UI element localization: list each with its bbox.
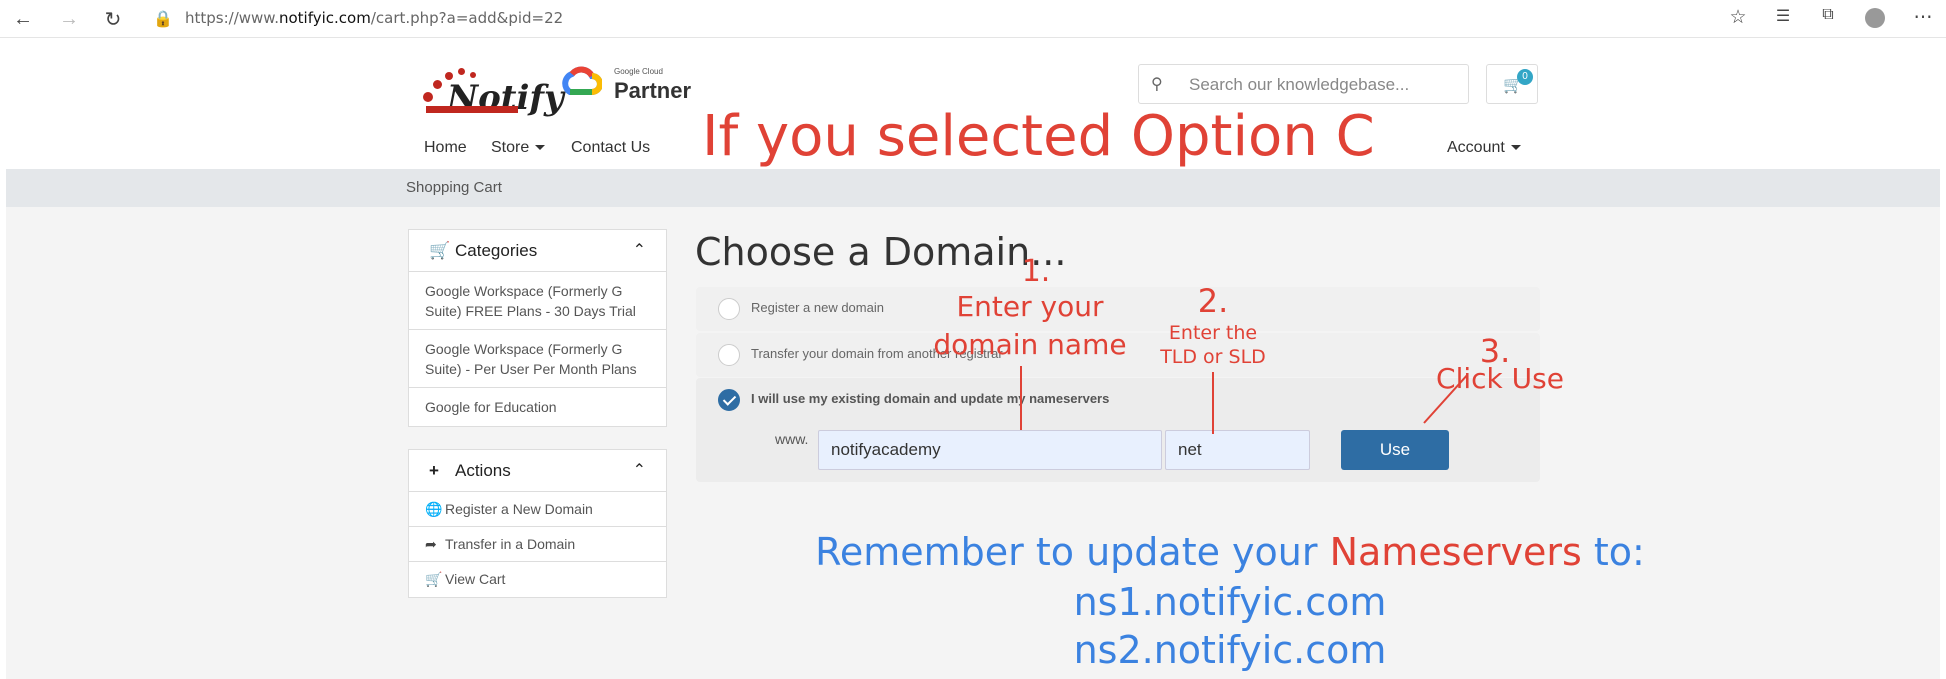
breadcrumb-bar: Shopping Cart [6,169,1940,207]
nameserver-2: ns2.notifyic.com [1073,628,1387,672]
favorites-icon[interactable]: ☰ [1770,6,1796,32]
step1-line1: Enter your [956,290,1104,323]
action-label: View Cart [445,571,506,587]
step1-line2: domain name [933,328,1127,361]
refresh-icon[interactable]: ↻ [100,6,126,32]
categories-panel: 🛒 Categories ⌃ Google Workspace (Formerl… [408,229,667,427]
reminder-suffix: to: [1581,530,1645,574]
breadcrumb: Shopping Cart [406,179,502,196]
search-icon: ⚲ [1151,76,1163,93]
categories-title: Categories [455,241,538,260]
chevron-up-icon[interactable]: ⌃ [633,460,646,480]
radio-existing-checked[interactable] [718,389,740,411]
option-label: I will use my existing domain and update… [751,391,1110,406]
nav-store-label: Store [491,139,530,156]
radio-register[interactable] [718,298,740,320]
more-menu-icon[interactable]: ⋯ [1910,6,1936,32]
forward-arrow-icon[interactable]: → [56,6,82,32]
lock-icon: 🔒 [153,11,173,28]
www-prefix: www. [775,431,809,447]
nameserver-1: ns1.notifyic.com [1073,580,1387,624]
tld-input[interactable]: net [1165,430,1310,470]
categories-header[interactable]: 🛒 Categories ⌃ [409,230,666,272]
chevron-up-icon[interactable]: ⌃ [633,240,646,260]
nav-contact[interactable]: Contact Us [571,139,650,157]
url-host: notifyic.com [278,9,371,27]
radio-transfer[interactable] [718,344,740,366]
partner-label: Partner [614,78,692,103]
actions-panel: + Actions ⌃ 🌐 Register a New Domain ➦ Tran… [408,449,667,598]
use-button[interactable]: Use [1341,430,1449,470]
back-arrow-icon[interactable]: ← [10,6,36,32]
actions-title: Actions [455,461,511,480]
search-placeholder: Search our knowledgebase... [1189,75,1410,94]
nav-home[interactable]: Home [424,139,467,157]
option-label: Register a new domain [751,300,884,315]
cart-count-badge: 0 [1517,69,1533,85]
step2-pointer-line [1212,372,1214,434]
nameserver-reminder: Remember to update your Nameservers to: [600,530,1860,574]
action-label: Transfer in a Domain [445,536,576,552]
url-prefix: https://www. [185,9,279,27]
step2-line2: TLD or SLD [1160,346,1266,368]
actions-header[interactable]: + Actions ⌃ [409,450,666,492]
nav-account[interactable]: Account [1447,139,1521,157]
list-item[interactable]: Google for Education [409,388,666,426]
browser-toolbar: ← → ↻ 🔒 https://www.notifyic.com/cart.ph… [0,0,1946,38]
action-label: Register a New Domain [445,501,593,517]
domain-input[interactable]: notifyacademy [818,430,1162,470]
nav-store[interactable]: Store [491,139,546,157]
chevron-down-icon [1510,145,1521,151]
chevron-down-icon [535,145,546,151]
list-item[interactable]: Google Workspace (Formerly G Suite) - Pe… [409,330,666,388]
plus-icon: + [429,461,439,480]
reminder-prefix: Remember to update your [815,530,1330,574]
annotation-headline: If you selected Option C [702,104,1375,169]
google-cloud-label: Google Cloud [614,67,663,76]
globe-icon: 🌐 [425,501,443,517]
google-cloud-icon [562,66,602,95]
sidebar-item-register-domain[interactable]: 🌐 Register a New Domain [409,492,666,527]
share-arrow-icon: ➦ [425,536,437,552]
cart-icon: 🛒 [425,571,443,587]
cart-button[interactable]: 🛒 0 [1486,64,1538,104]
profile-avatar-icon[interactable] [1862,6,1888,32]
cart-icon: 🛒 [429,241,451,260]
step2-number: 2. [1197,282,1229,320]
collections-icon[interactable]: ⧉ [1815,6,1841,32]
reminder-highlight: Nameservers [1329,530,1582,574]
address-bar[interactable]: https://www.notifyic.com/cart.php?a=add&… [185,9,563,27]
list-item[interactable]: Google Workspace (Formerly G Suite) FREE… [409,272,666,330]
step1-pointer-line [1020,366,1022,430]
nav-account-label: Account [1447,139,1505,156]
star-icon[interactable]: ☆ [1725,6,1751,32]
url-path: /cart.php?a=add&pid=22 [370,9,564,27]
step2-line1: Enter the [1168,322,1258,344]
step1-number: 1. [1021,254,1051,289]
search-input[interactable]: ⚲ Search our knowledgebase... [1138,64,1469,104]
